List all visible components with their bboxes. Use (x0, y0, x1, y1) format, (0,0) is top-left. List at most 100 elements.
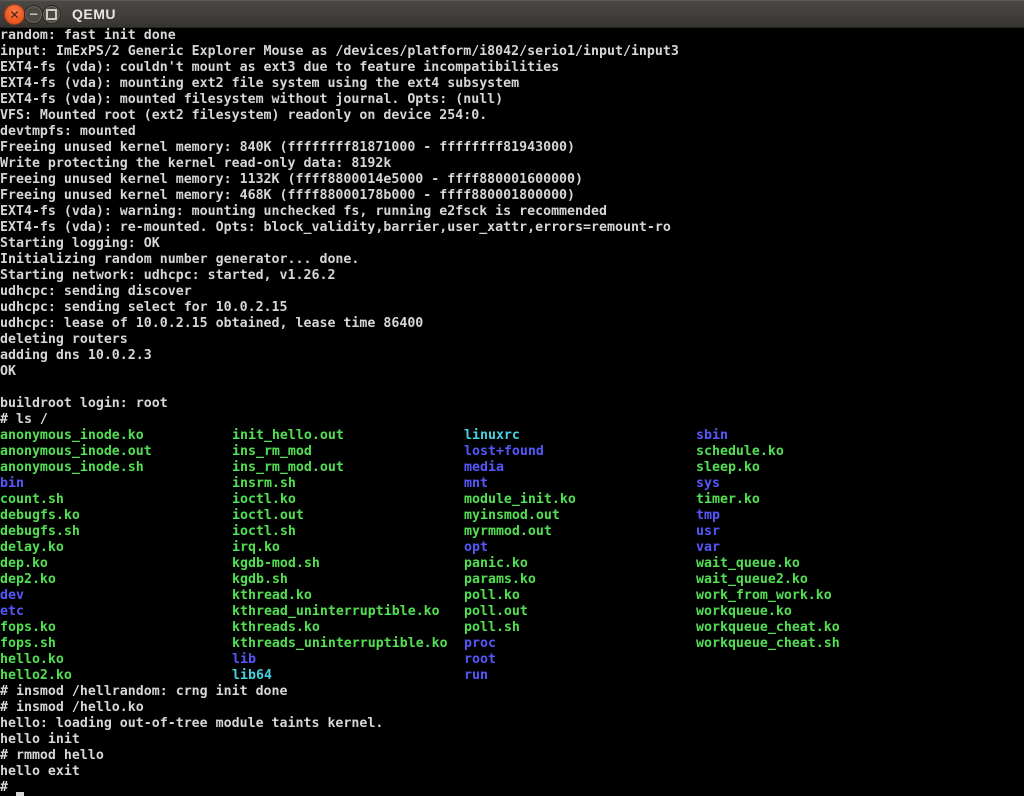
terminal-line: hello: loading out-of-tree module taints… (0, 716, 1024, 732)
ls-entry: sbin (696, 428, 728, 444)
ls-entry: mnt (464, 476, 696, 492)
minimize-icon: − (28, 7, 38, 21)
terminal-line: buildroot login: root (0, 396, 1024, 412)
ls-entry: kthread_uninterruptible.ko (232, 604, 464, 620)
ls-entry: tmp (696, 508, 720, 524)
terminal-line: hello2.kolib64run (0, 668, 1024, 684)
ls-entry: root (464, 652, 496, 668)
ls-entry: irq.ko (232, 540, 464, 556)
terminal-line: Freeing unused kernel memory: 1132K (fff… (0, 172, 1024, 188)
terminal-line: hello.kolibroot (0, 652, 1024, 668)
ls-entry: delay.ko (0, 540, 232, 556)
terminal-line: devtmpfs: mounted (0, 124, 1024, 140)
ls-entry: etc (0, 604, 232, 620)
ls-entry: schedule.ko (696, 444, 784, 460)
ls-entry: debugfs.sh (0, 524, 232, 540)
terminal-line: fops.shkthreads_uninterruptible.koprocwo… (0, 636, 1024, 652)
ls-entry: kthread.ko (232, 588, 464, 604)
terminal-line: Write protecting the kernel read-only da… (0, 156, 1024, 172)
terminal-line: EXT4-fs (vda): mounting ext2 file system… (0, 76, 1024, 92)
ls-entry: panic.ko (464, 556, 696, 572)
terminal-line: dep.kokgdb-mod.shpanic.kowait_queue.ko (0, 556, 1024, 572)
ls-entry: myrmmod.out (464, 524, 696, 540)
terminal-line: dep2.kokgdb.shparams.kowait_queue2.ko (0, 572, 1024, 588)
ls-entry: linuxrc (464, 428, 696, 444)
ls-entry: bin (0, 476, 232, 492)
qemu-window: ✕ − QEMU random: fast init doneinput: Im… (0, 0, 1024, 796)
ls-entry: proc (464, 636, 696, 652)
terminal-line: input: ImExPS/2 Generic Explorer Mouse a… (0, 44, 1024, 60)
terminal-screen[interactable]: random: fast init doneinput: ImExPS/2 Ge… (0, 28, 1024, 796)
ls-entry: ioctl.out (232, 508, 464, 524)
ls-entry: opt (464, 540, 696, 556)
terminal-line: Freeing unused kernel memory: 840K (ffff… (0, 140, 1024, 156)
ls-entry: usr (696, 524, 720, 540)
maximize-icon (46, 9, 57, 20)
ls-entry: dep.ko (0, 556, 232, 572)
close-button[interactable]: ✕ (4, 4, 25, 25)
ls-entry: poll.sh (464, 620, 696, 636)
terminal-line: Freeing unused kernel memory: 468K (ffff… (0, 188, 1024, 204)
ls-entry: lib64 (232, 668, 464, 684)
ls-entry: hello2.ko (0, 668, 232, 684)
terminal-line: udhcpc: lease of 10.0.2.15 obtained, lea… (0, 316, 1024, 332)
ls-entry: fops.ko (0, 620, 232, 636)
terminal-line: delay.koirq.kooptvar (0, 540, 1024, 556)
terminal-line: udhcpc: sending select for 10.0.2.15 (0, 300, 1024, 316)
ls-entry: work_from_work.ko (696, 588, 832, 604)
shell-prompt: # (0, 780, 16, 795)
ls-entry: kgdb.sh (232, 572, 464, 588)
ls-entry: module_init.ko (464, 492, 696, 508)
terminal-line: Initializing random number generator... … (0, 252, 1024, 268)
ls-entry: anonymous_inode.ko (0, 428, 232, 444)
ls-entry: anonymous_inode.sh (0, 460, 232, 476)
title-bar[interactable]: ✕ − QEMU (0, 0, 1024, 28)
ls-entry: media (464, 460, 696, 476)
ls-entry: dev (0, 588, 232, 604)
ls-entry: insrm.sh (232, 476, 464, 492)
ls-entry: var (696, 540, 720, 556)
ls-entry: debugfs.ko (0, 508, 232, 524)
terminal-line: EXT4-fs (vda): warning: mounting uncheck… (0, 204, 1024, 220)
ls-entry: ins_rm_mod (232, 444, 464, 460)
terminal-line: EXT4-fs (vda): re-mounted. Opts: block_v… (0, 220, 1024, 236)
terminal-line: hello exit (0, 764, 1024, 780)
terminal-line: adding dns 10.0.2.3 (0, 348, 1024, 364)
ls-entry: lib (232, 652, 464, 668)
close-icon: ✕ (9, 8, 19, 22)
terminal-line: random: fast init done (0, 28, 1024, 44)
ls-entry: run (464, 668, 488, 684)
terminal-line: EXT4-fs (vda): couldn't mount as ext3 du… (0, 60, 1024, 76)
ls-entry: kthreads.ko (232, 620, 464, 636)
terminal-line: debugfs.shioctl.shmyrmmod.outusr (0, 524, 1024, 540)
ls-entry: hello.ko (0, 652, 232, 668)
ls-entry: poll.ko (464, 588, 696, 604)
window-title: QEMU (72, 0, 116, 27)
terminal-line: hello init (0, 732, 1024, 748)
terminal-line: # rmmod hello (0, 748, 1024, 764)
ls-entry: sleep.ko (696, 460, 760, 476)
minimize-button[interactable]: − (24, 5, 43, 24)
terminal-line: # (0, 780, 1024, 796)
terminal-line: deleting routers (0, 332, 1024, 348)
ls-entry: kthreads_uninterruptible.ko (232, 636, 464, 652)
terminal-line: anonymous_inode.koinit_hello.outlinuxrcs… (0, 428, 1024, 444)
terminal-line: devkthread.kopoll.kowork_from_work.ko (0, 588, 1024, 604)
ls-entry: workqueue_cheat.sh (696, 636, 840, 652)
ls-entry: wait_queue.ko (696, 556, 800, 572)
ls-entry: workqueue_cheat.ko (696, 620, 840, 636)
ls-entry: fops.sh (0, 636, 232, 652)
terminal-line: count.shioctl.komodule_init.kotimer.ko (0, 492, 1024, 508)
terminal-line: anonymous_inode.shins_rm_mod.outmediasle… (0, 460, 1024, 476)
terminal-line: EXT4-fs (vda): mounted filesystem withou… (0, 92, 1024, 108)
terminal-line: # insmod /hello.ko (0, 700, 1024, 716)
terminal-line: OK (0, 364, 1024, 380)
ls-entry: timer.ko (696, 492, 760, 508)
terminal-line: fops.kokthreads.kopoll.shworkqueue_cheat… (0, 620, 1024, 636)
ls-entry: anonymous_inode.out (0, 444, 232, 460)
maximize-button[interactable] (42, 5, 61, 24)
terminal-line: # ls / (0, 412, 1024, 428)
terminal-line (0, 380, 1024, 396)
terminal-cursor (16, 780, 24, 796)
ls-entry: kgdb-mod.sh (232, 556, 464, 572)
